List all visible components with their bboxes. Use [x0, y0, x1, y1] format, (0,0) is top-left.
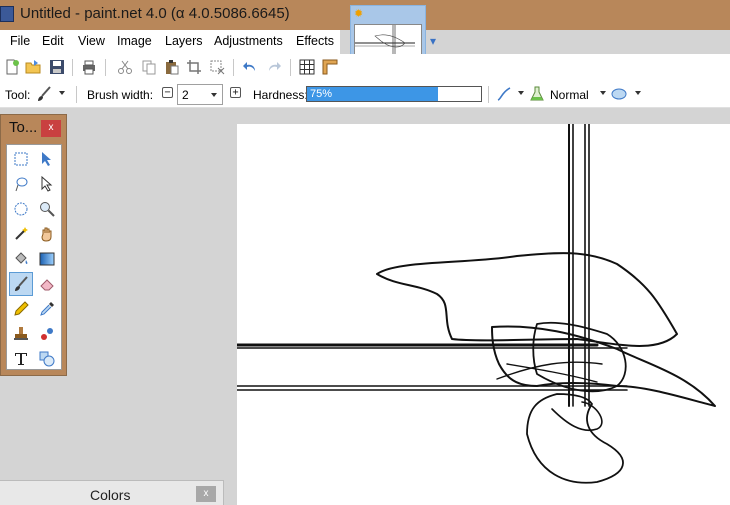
- tools-window: To... x: [0, 114, 67, 376]
- menu-layers[interactable]: Layers: [165, 34, 203, 48]
- tools-grid: [6, 144, 62, 370]
- text-icon[interactable]: [9, 347, 33, 371]
- blend-mode-value[interactable]: Normal: [550, 88, 589, 102]
- pan-icon[interactable]: [35, 222, 59, 246]
- toolbar-separator: [488, 86, 489, 103]
- image-list-dropdown-icon[interactable]: ▾: [430, 34, 436, 48]
- colors-window-close-button[interactable]: x: [196, 486, 216, 502]
- toolbar-separator: [233, 59, 234, 76]
- antialias-icon[interactable]: [496, 86, 512, 102]
- window-title: Untitled - paint.net 4.0 (α 4.0.5086.664…: [20, 5, 290, 22]
- move-selected-icon[interactable]: [35, 172, 59, 196]
- antialias-dropdown-arrow[interactable]: [518, 91, 524, 95]
- print-icon[interactable]: [81, 59, 97, 75]
- lasso-icon[interactable]: [9, 172, 33, 196]
- paintbrush-icon[interactable]: [36, 86, 52, 102]
- menu-edit[interactable]: Edit: [42, 34, 64, 48]
- save-icon[interactable]: [49, 59, 65, 75]
- toolbar-separator: [290, 59, 291, 76]
- hardness-value: 75%: [310, 88, 333, 100]
- ellipse-select-icon[interactable]: [9, 197, 33, 221]
- tools-window-close-button[interactable]: x: [41, 120, 61, 137]
- image-canvas[interactable]: [237, 124, 730, 505]
- brush-width-increase-button[interactable]: +: [230, 87, 241, 98]
- deselect-icon[interactable]: [209, 59, 225, 75]
- tool-options-bar: Tool: Brush width: − 2 + Hardness: 75% N…: [0, 81, 730, 108]
- menu-adjustments[interactable]: Adjustments: [214, 34, 283, 48]
- tool-dropdown-arrow[interactable]: [59, 91, 65, 95]
- toolbar-separator: [72, 59, 73, 76]
- menu-image[interactable]: Image: [117, 34, 152, 48]
- redo-icon[interactable]: [266, 59, 282, 75]
- hardness-label: Hardness:: [253, 88, 308, 102]
- clone-stamp-icon[interactable]: [9, 322, 33, 346]
- move-selection-icon[interactable]: [35, 147, 59, 171]
- tool-label: Tool:: [5, 88, 31, 102]
- hardness-slider[interactable]: 75%: [306, 86, 482, 102]
- rectangle-select-icon[interactable]: [9, 147, 33, 171]
- zoom-icon[interactable]: [35, 197, 59, 221]
- brush-width-label: Brush width:: [87, 88, 154, 102]
- main-toolbar: [0, 54, 730, 81]
- brush-width-combo[interactable]: 2: [177, 84, 223, 105]
- shapes-icon[interactable]: [35, 347, 59, 371]
- menu-effects[interactable]: Effects: [296, 34, 334, 48]
- paste-icon[interactable]: [164, 59, 180, 75]
- brush-width-decrease-button[interactable]: −: [162, 87, 173, 98]
- cut-icon[interactable]: [117, 59, 133, 75]
- brush-width-value: 2: [182, 88, 189, 102]
- recolor-icon[interactable]: [35, 322, 59, 346]
- blend-mode-dropdown-arrow[interactable]: [600, 91, 606, 95]
- pencil-icon[interactable]: [9, 297, 33, 321]
- alpha-blend-icon[interactable]: [529, 86, 545, 102]
- paint-bucket-icon[interactable]: [9, 247, 33, 271]
- toolbar-separator: [105, 59, 106, 76]
- app-icon[interactable]: [0, 6, 14, 22]
- crop-icon[interactable]: [186, 59, 202, 75]
- paintbrush-tool-icon[interactable]: [9, 272, 33, 296]
- grid-icon[interactable]: [299, 59, 315, 75]
- new-icon[interactable]: [4, 59, 20, 75]
- toolbar-separator: [76, 86, 77, 103]
- menu-bar: File Edit View Image Layers Adjustments …: [0, 30, 340, 54]
- color-picker-icon[interactable]: [35, 297, 59, 321]
- gradient-icon[interactable]: [35, 247, 59, 271]
- menu-view[interactable]: View: [78, 34, 105, 48]
- selection-mode-dropdown-arrow[interactable]: [635, 91, 641, 95]
- colors-window-title: Colors: [90, 487, 131, 503]
- menu-file[interactable]: File: [10, 34, 30, 48]
- brush-width-dropdown-arrow[interactable]: [211, 93, 217, 97]
- drawing-strokes: [237, 124, 716, 484]
- undo-icon[interactable]: [242, 59, 258, 75]
- ruler-icon[interactable]: [322, 59, 338, 75]
- eraser-icon[interactable]: [35, 272, 59, 296]
- open-icon[interactable]: [25, 59, 41, 75]
- selection-mode-icon[interactable]: [611, 86, 627, 102]
- colors-window: Colors x: [0, 480, 224, 505]
- magic-wand-icon[interactable]: [9, 222, 33, 246]
- unsaved-sun-icon: ✹: [354, 8, 364, 20]
- tools-window-title: To...: [9, 119, 38, 136]
- copy-icon[interactable]: [141, 59, 157, 75]
